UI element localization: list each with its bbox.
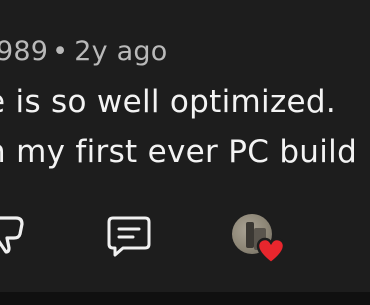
author-name[interactable]: 989 (0, 36, 48, 67)
reply-icon (107, 216, 151, 257)
heart-icon (256, 237, 286, 265)
comment-timestamp: 2y ago (74, 36, 168, 67)
comment-card: 989 • 2y ago e is so well optimized. n my … (0, 0, 370, 292)
thumbs-down-icon (0, 216, 24, 254)
meta-separator: • (52, 36, 69, 67)
bottom-divider (0, 292, 370, 305)
comment-text-line-2: n my first ever PC build (0, 134, 358, 170)
dislike-button[interactable] (0, 212, 28, 258)
comment-text-line-1: e is so well optimized. (0, 84, 337, 120)
comment-meta: 989 • 2y ago (0, 36, 167, 67)
creator-heart-badge (230, 212, 286, 268)
reply-button[interactable] (105, 214, 155, 258)
